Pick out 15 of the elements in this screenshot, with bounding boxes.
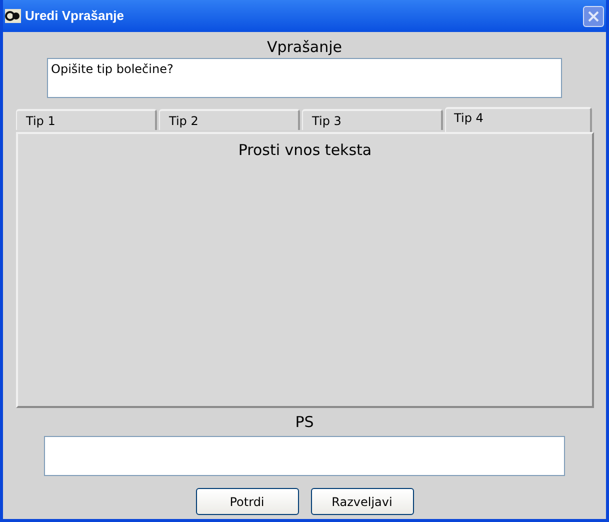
dialog-button[interactable]: Razveljavi bbox=[310, 488, 414, 515]
window-title: Uredi Vprašanje bbox=[25, 7, 124, 26]
close-button[interactable] bbox=[583, 6, 604, 26]
dialog-button[interactable]: Potrdi bbox=[196, 488, 298, 515]
close-icon bbox=[588, 10, 599, 22]
ps-field[interactable] bbox=[44, 436, 565, 476]
question-label: Vprašanje bbox=[266, 37, 342, 57]
question-field[interactable]: Opišite tip bolečine? bbox=[47, 58, 562, 98]
ps-label: PS bbox=[295, 412, 314, 432]
tab[interactable]: Tip 4 bbox=[445, 107, 592, 132]
tab[interactable]: Tip 2 bbox=[159, 109, 300, 130]
tab[interactable]: Tip 1 bbox=[16, 109, 158, 130]
panel-title: Prosti vnos teksta bbox=[238, 140, 372, 160]
tab[interactable]: Tip 3 bbox=[302, 109, 444, 130]
app-icon bbox=[5, 8, 21, 24]
